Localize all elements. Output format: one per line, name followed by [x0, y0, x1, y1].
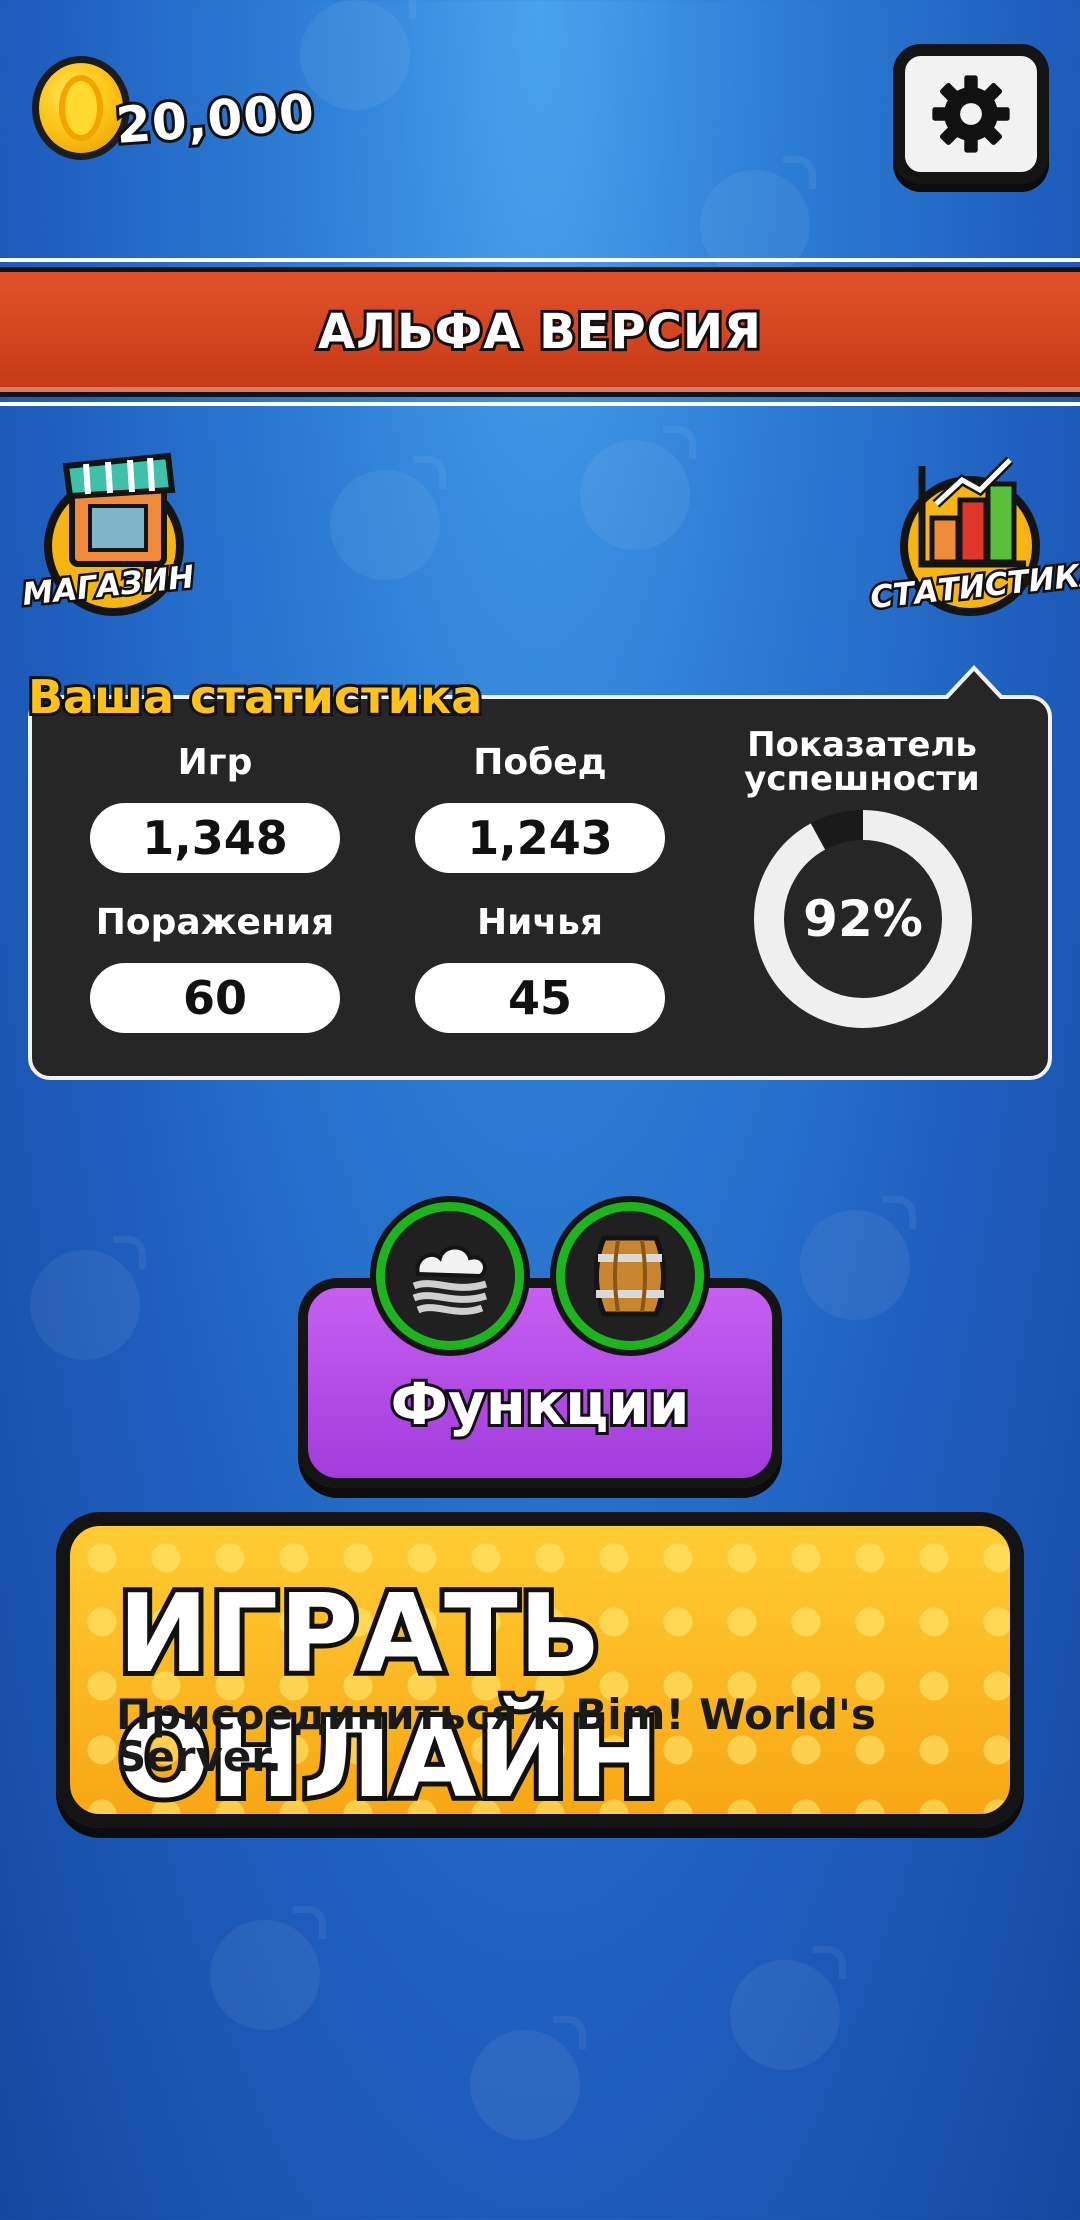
bomb-pattern-icon: [700, 156, 816, 280]
coin-amount: 20,000: [111, 80, 320, 158]
success-rate-ring: 92%: [752, 808, 974, 1030]
bomb-pattern-icon: [470, 2016, 586, 2140]
losses-value: 60: [90, 963, 340, 1033]
stats-panel-title: Ваша статистика: [25, 667, 485, 727]
games-label: Игр: [177, 742, 253, 783]
draws-label: Ничья: [477, 902, 603, 943]
cloud-icon[interactable]: [376, 1202, 524, 1350]
play-online-button[interactable]: ИГРАТЬ ОНЛАЙН Присоединиться к Bim! Worl…: [56, 1512, 1024, 1828]
barrel-icon[interactable]: [556, 1202, 704, 1350]
bomb-pattern-icon: [800, 1196, 916, 1320]
play-online-subtitle: Присоединиться к Bim! World's Server.: [116, 1690, 876, 1781]
gear-icon: [932, 75, 1010, 153]
games-value: 1,348: [90, 803, 340, 873]
wins-value: 1,243: [415, 803, 665, 873]
bomb-pattern-icon: [580, 426, 696, 550]
draws-value: 45: [415, 963, 665, 1033]
bomb-pattern-icon: [300, 0, 416, 110]
bar-chart-icon: [918, 456, 1026, 568]
bomb-pattern-icon: [210, 1906, 326, 2030]
alpha-banner: АЛЬФА ВЕРСИЯ: [0, 258, 1080, 406]
stats-button[interactable]: СТАТИСТИКА: [866, 448, 1080, 619]
banner-text: АЛЬФА ВЕРСИЯ: [315, 301, 764, 363]
settings-button[interactable]: [893, 44, 1049, 184]
wins-label: Побед: [473, 742, 607, 783]
success-rate-label: Показатель успешности: [744, 725, 980, 799]
functions-label: Функции: [387, 1367, 692, 1441]
losses-label: Поражения: [95, 902, 335, 943]
shop-icon: [62, 452, 176, 567]
bomb-pattern-icon: [730, 1946, 846, 2070]
shop-button[interactable]: МАГАЗИН: [18, 448, 222, 618]
success-rate-value: 92%: [803, 890, 923, 948]
coin-counter: 20,000: [32, 56, 320, 166]
bomb-pattern-icon: [30, 1236, 146, 1360]
bomb-pattern-icon: [330, 456, 446, 580]
